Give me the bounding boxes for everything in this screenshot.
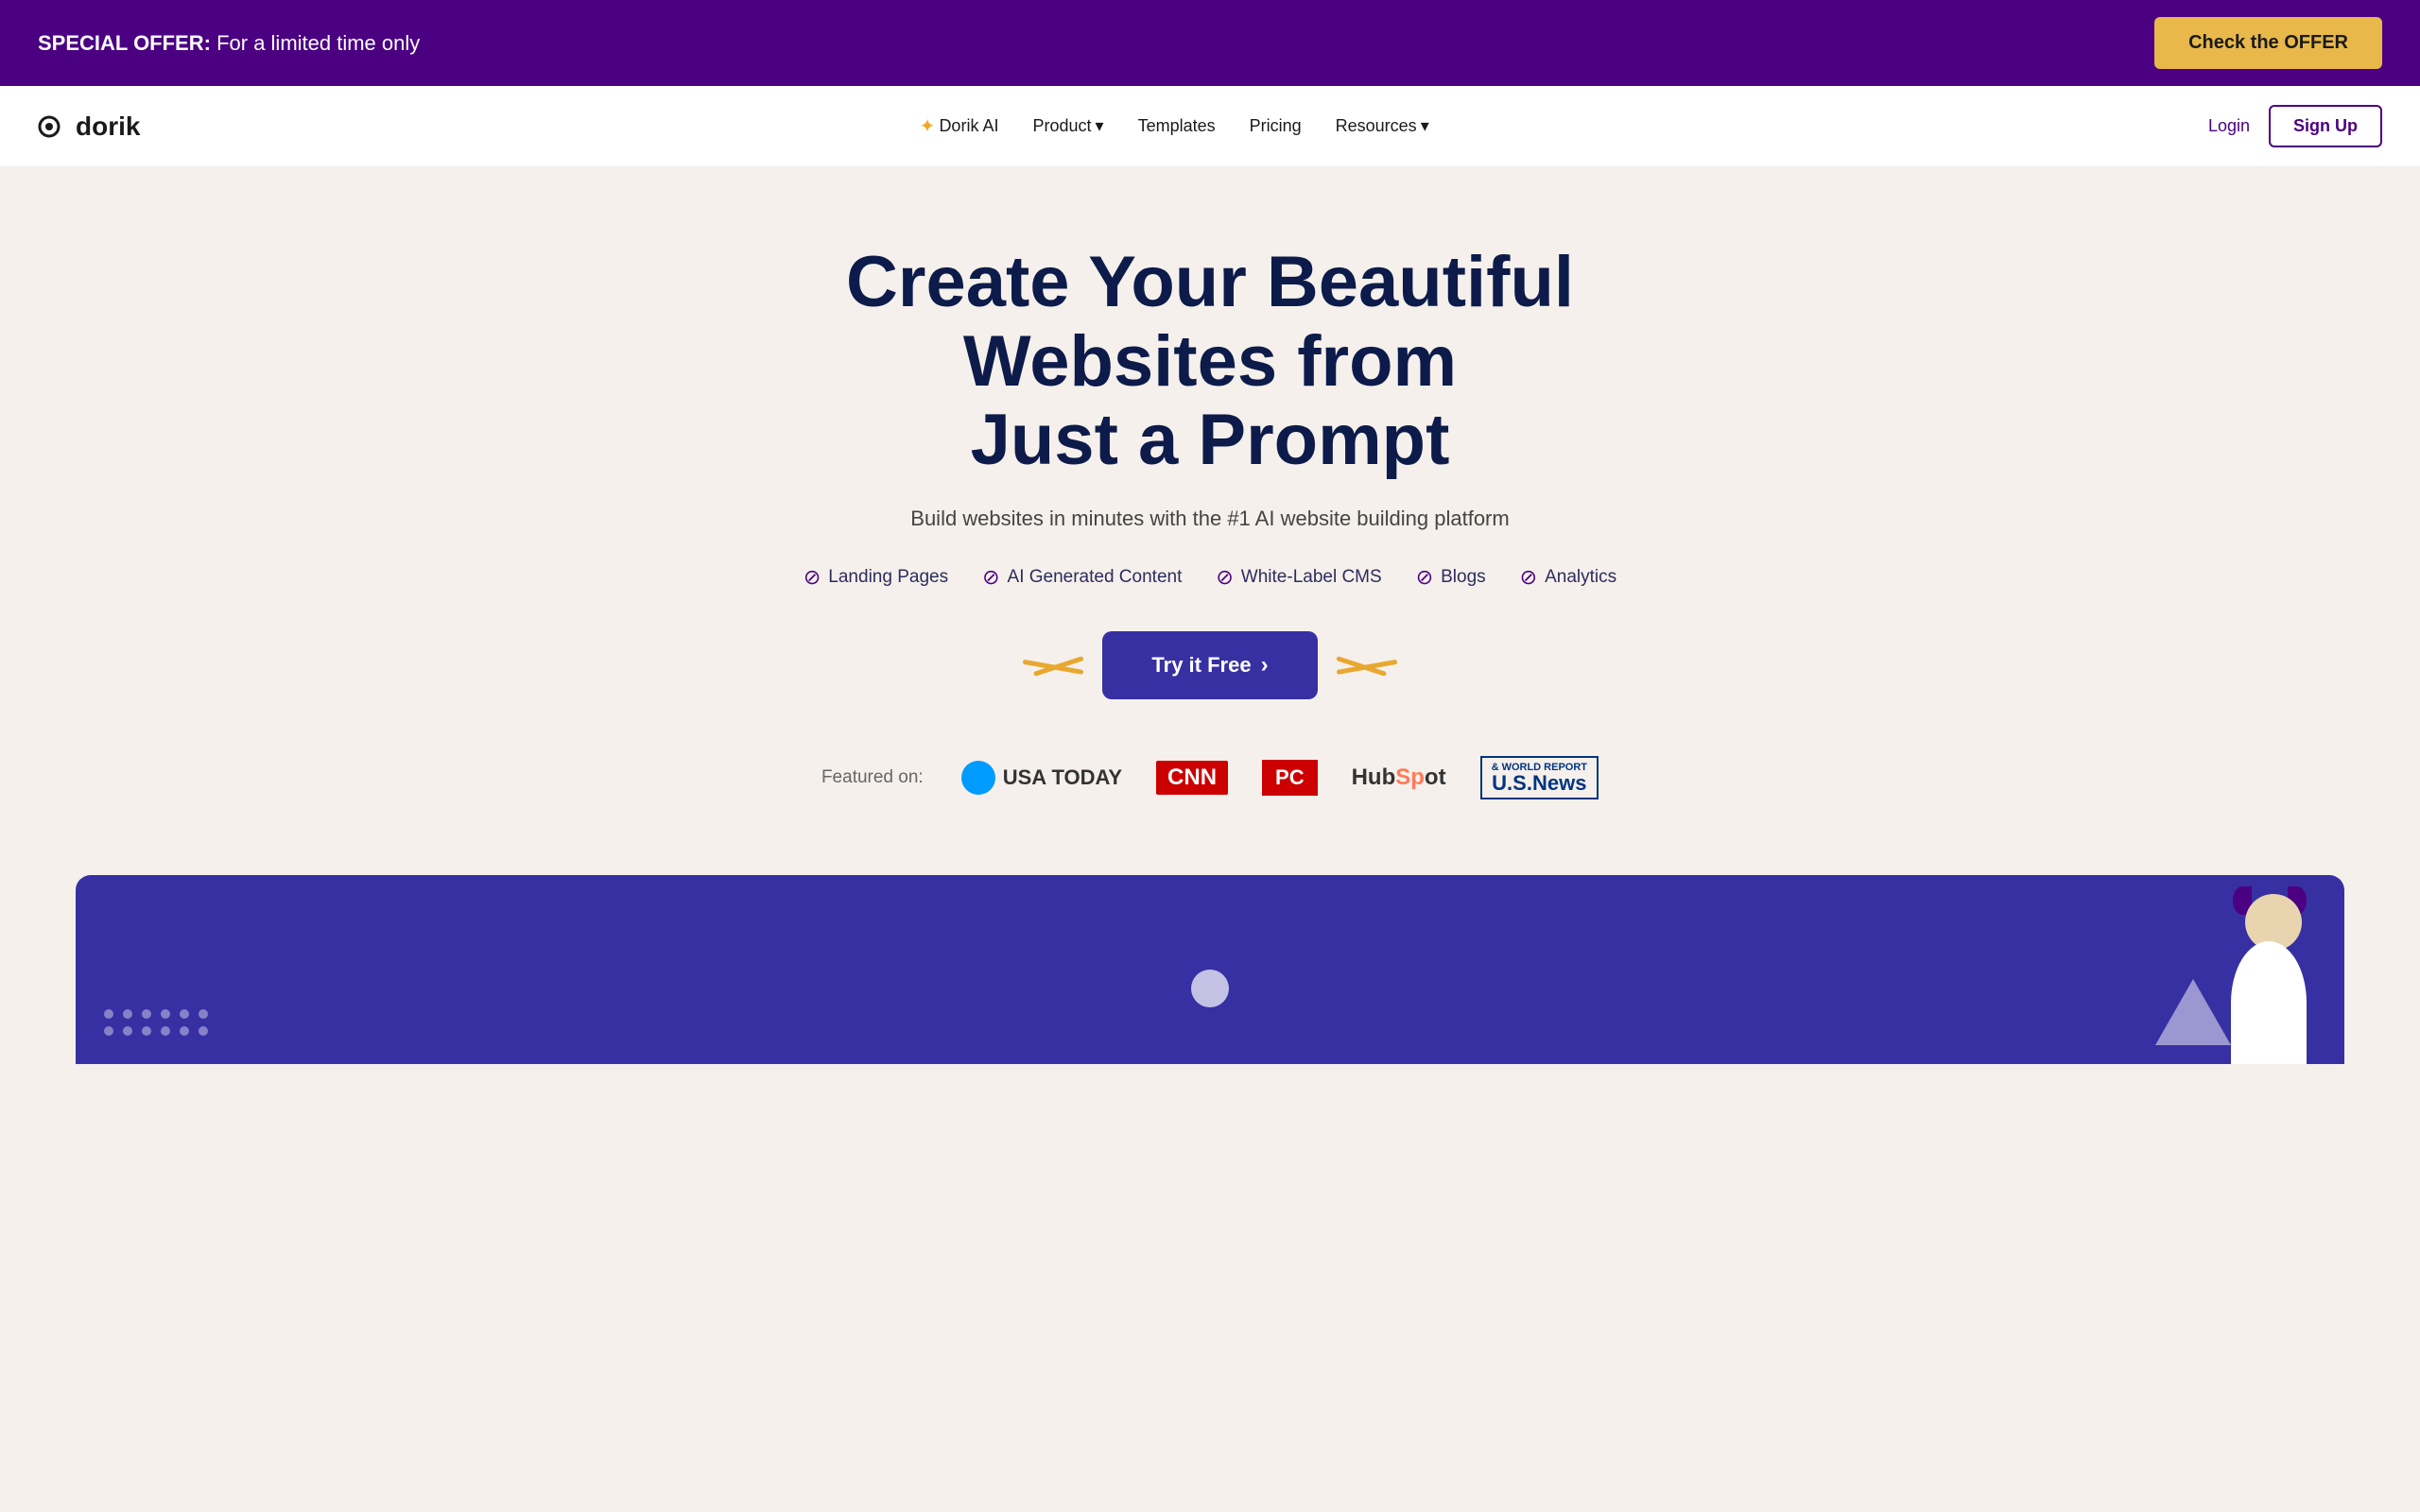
check-icon: ⊘ — [1416, 565, 1433, 590]
featured-logos: USA TODAY CNN PC HubSpot & WORLD REPORT … — [961, 756, 1599, 799]
usnews-logo: & WORLD REPORT U.S.News — [1480, 756, 1599, 799]
hero-title: Create Your Beautiful Websites from Just… — [690, 243, 1730, 480]
check-icon: ⊘ — [982, 565, 999, 590]
announcement-bar: SPECIAL OFFER: For a limited time only — [38, 31, 420, 55]
nav-item-resources[interactable]: Resources ▾ — [1336, 116, 1429, 136]
cnn-logo: CNN — [1156, 761, 1228, 795]
chevron-down-icon: ▾ — [1421, 116, 1429, 136]
nav-item-dorik-ai[interactable]: ✦ Dorik AI — [920, 114, 999, 138]
usa-circle — [961, 761, 995, 795]
check-icon: ⊘ — [1520, 565, 1537, 590]
nav-item-product[interactable]: Product ▾ — [1032, 116, 1103, 136]
sparkle-icon: ✦ — [920, 114, 936, 138]
signup-button[interactable]: Sign Up — [2269, 105, 2382, 147]
right-decoration — [1337, 656, 1398, 675]
logo-icon — [38, 110, 72, 144]
character — [2203, 894, 2316, 1064]
usa-today-logo: USA TODAY — [961, 761, 1122, 795]
featured-label: Featured on: — [821, 767, 924, 788]
hero-section: Create Your Beautiful Websites from Just… — [0, 167, 2420, 875]
char-body — [2231, 941, 2307, 1064]
nav-item-pricing[interactable]: Pricing — [1250, 116, 1302, 136]
announcement-bar: SPECIAL OFFER: For a limited time only C… — [0, 0, 2420, 86]
pc-logo: PC — [1262, 760, 1318, 796]
feature-blogs: ⊘ Blogs — [1416, 565, 1486, 590]
check-offer-button[interactable]: Check the OFFER — [2154, 17, 2382, 69]
hero-subtitle: Build websites in minutes with the #1 AI… — [38, 507, 2382, 531]
check-icon: ⊘ — [804, 565, 821, 590]
chevron-down-icon: ▾ — [1096, 116, 1104, 136]
nav-actions: Login Sign Up — [2208, 105, 2382, 147]
logo[interactable]: dorik — [38, 110, 140, 144]
login-link[interactable]: Login — [2208, 116, 2250, 136]
hero-features: ⊘ Landing Pages ⊘ AI Generated Content ⊘… — [38, 565, 2382, 590]
feature-white-label: ⊘ White-Label CMS — [1216, 565, 1381, 590]
arrow-icon: › — [1261, 652, 1269, 679]
nav-links: ✦ Dorik AI Product ▾ Templates Pricing R… — [920, 114, 1429, 138]
left-decoration — [1022, 656, 1083, 675]
feature-analytics: ⊘ Analytics — [1520, 565, 1616, 590]
check-icon: ⊘ — [1216, 565, 1233, 590]
feature-ai-content: ⊘ AI Generated Content — [982, 565, 1182, 590]
main-nav: dorik ✦ Dorik AI Product ▾ Templates Pri… — [0, 86, 2420, 167]
feature-landing-pages: ⊘ Landing Pages — [804, 565, 948, 590]
nav-item-templates[interactable]: Templates — [1138, 116, 1216, 136]
cta-wrapper: Try it Free › — [38, 631, 2382, 699]
dashboard-preview — [76, 875, 2344, 1064]
dashboard-dots — [104, 1009, 210, 1036]
announcement-text: SPECIAL OFFER: For a limited time only — [38, 31, 420, 56]
hubspot-logo: HubSpot — [1352, 765, 1446, 791]
try-free-button[interactable]: Try it Free › — [1102, 631, 1317, 699]
featured-on-section: Featured on: USA TODAY CNN PC HubSpot & … — [38, 756, 2382, 799]
dashboard-circle — [1191, 970, 1229, 1007]
